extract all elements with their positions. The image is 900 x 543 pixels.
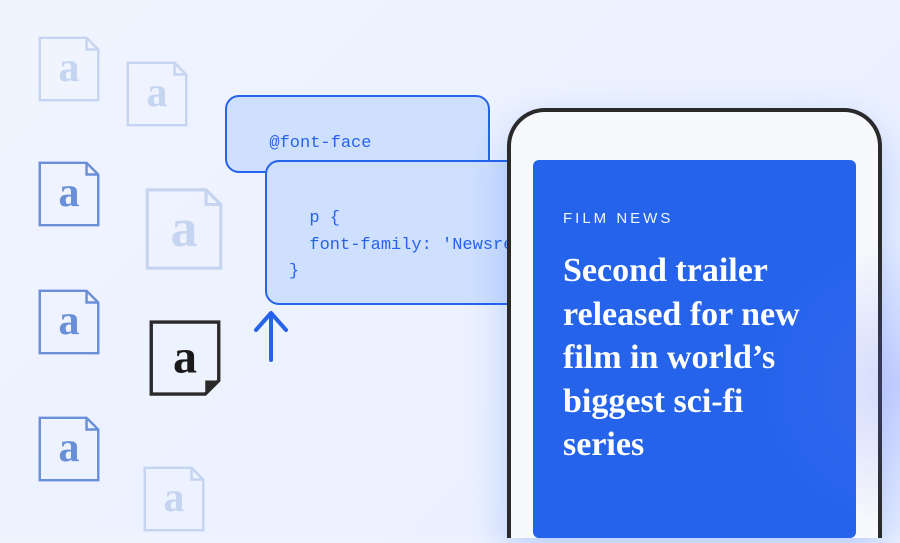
article-headline: Second trailer released for new film in … [563,249,826,467]
font-file-icon: a [118,55,196,133]
font-letter: a [59,169,80,217]
font-letter: a [171,197,198,259]
font-file-icon: a [30,283,108,361]
font-letter: a [147,69,168,117]
font-letter: a [164,474,185,522]
font-letter: a [59,44,80,92]
article-category: FILM NEWS [563,210,826,227]
font-file-icon: a [30,155,108,233]
arrow-up-icon [248,305,294,370]
code-text: p { font-family: 'Newsrea } [289,209,524,281]
code-text: @font-face [269,134,371,153]
font-file-icon: a [135,460,213,538]
article-card: FILM NEWS Second trailer released for ne… [533,160,856,538]
font-letter: a [59,297,80,345]
font-letter: a [173,329,197,384]
phone-preview: FILM NEWS Second trailer released for ne… [507,108,882,538]
font-file-icon: a [30,30,108,108]
font-file-icon: a [135,180,233,278]
font-file-icon: a [30,410,108,488]
font-letter: a [59,424,80,472]
font-file-selected-icon: a [140,313,230,403]
